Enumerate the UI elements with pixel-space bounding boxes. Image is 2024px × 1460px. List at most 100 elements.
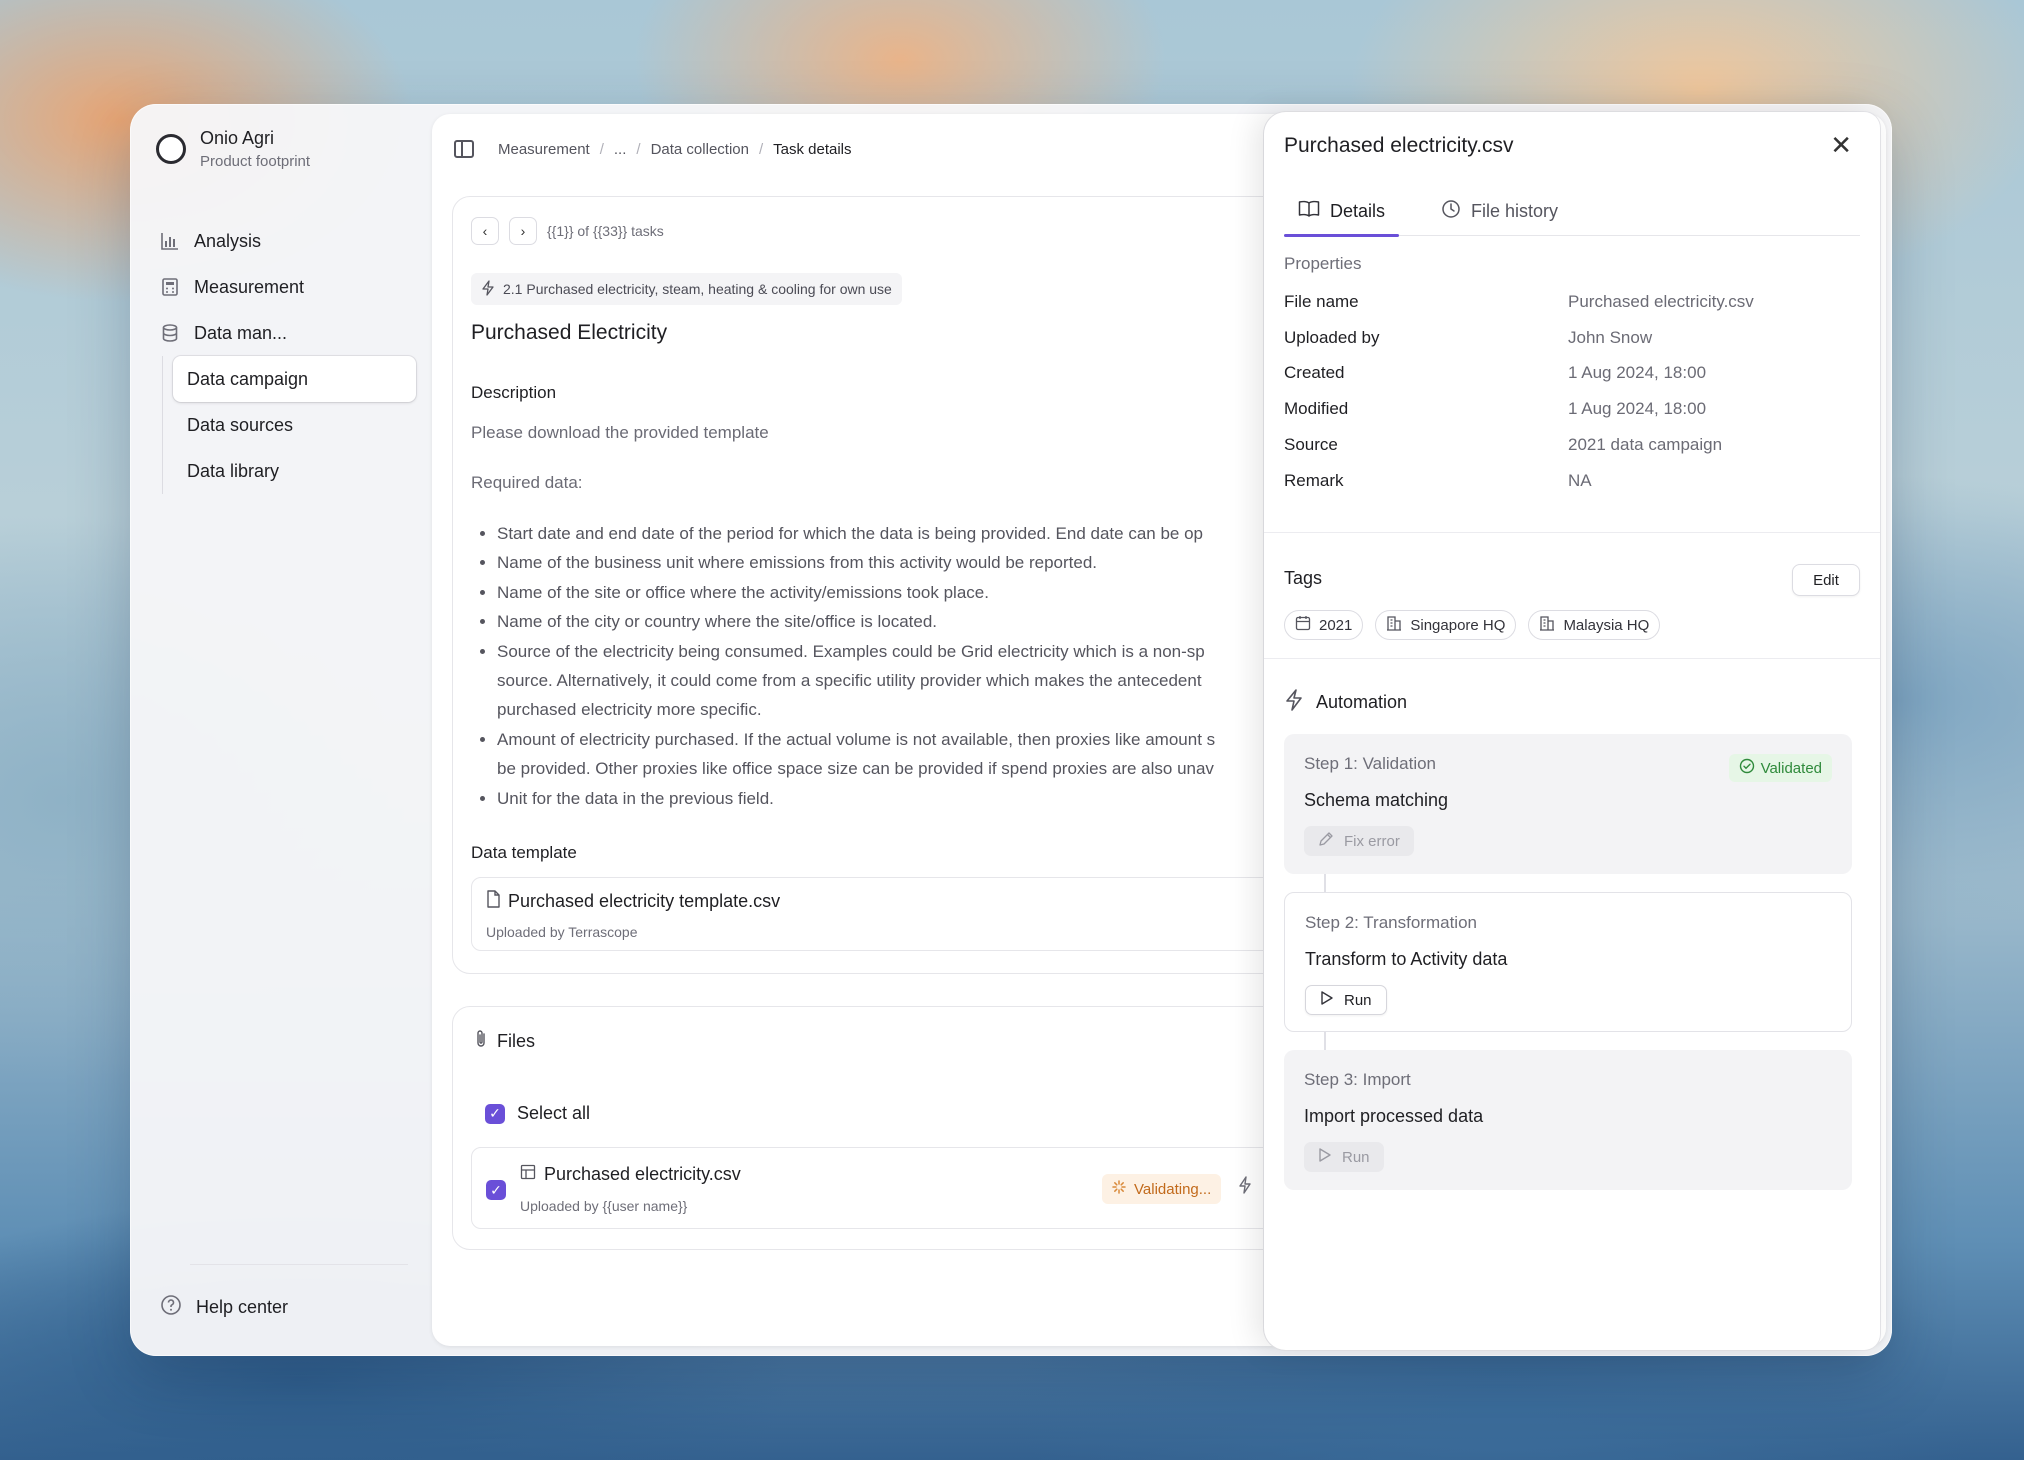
properties-list: File name Purchased electricity.csv Uploa… [1284,284,1864,499]
help-center-link[interactable]: Help center [160,1294,288,1321]
property-row: File name Purchased electricity.csv [1284,284,1864,320]
tag-chip[interactable]: Singapore HQ [1375,610,1517,640]
property-row: Source 2021 data campaign [1284,427,1864,463]
category-label: 2.1 Purchased electricity, steam, heatin… [503,281,892,297]
drawer-title: Purchased electricity.csv [1284,134,1514,157]
sidebar-toggle-icon[interactable] [454,140,474,158]
help-center-label: Help center [196,1297,289,1317]
table-file-icon [520,1164,536,1185]
sidebar-item-label: Measurement [194,276,305,297]
bolt-icon [1284,688,1304,717]
step-label: Step 2: Transformation [1305,913,1477,932]
breadcrumb-item[interactable]: ... [614,141,627,158]
property-key: Remark [1284,470,1344,490]
sidebar: Onio Agri Product footprint Analysis Mea… [130,104,432,1356]
automation-bolt-icon[interactable] [1238,1176,1252,1199]
list-item: Unit for the data in the previous field. [497,784,1397,813]
property-row: Remark NA [1284,463,1864,499]
tab-details[interactable]: Details [1284,186,1400,237]
sidebar-nav: Analysis Measurement Data man... Data ca… [154,218,416,494]
select-all-label: Select all [517,1103,591,1123]
list-item: Name of the business unit where emission… [497,548,1397,577]
org-name: Onio Agri [200,128,275,148]
select-all[interactable]: ✓ Select all [485,1103,590,1124]
list-item: Name of the site or office where the act… [497,578,1397,607]
files-card: Files ✓ Select all ✓ Purchased electrici… [452,1006,1371,1250]
properties-heading: Properties [1284,254,1362,273]
sidebar-item-label: Analysis [194,230,262,251]
property-value: 2021 data campaign [1568,435,1723,455]
description-text: Please download the provided template [471,423,769,442]
task-title: Purchased Electricity [471,321,668,344]
building-icon [1386,615,1402,635]
next-task-button[interactable]: › [509,217,537,245]
property-key: Source [1284,435,1338,455]
sidebar-item-measurement[interactable]: Measurement [154,264,416,310]
file-name: Purchased electricity.csv [520,1164,741,1185]
step-validation: Step 1: Validation Validated Schema matc… [1284,734,1852,874]
list-item: Start date and end date of the period fo… [497,519,1397,548]
check-circle-icon [1739,758,1755,778]
tag-list: 2021 Singapore HQ Malaysia HQ [1284,610,1661,640]
org-switcher[interactable]: Onio Agri Product footprint [156,128,310,170]
fix-error-button[interactable]: Fix error [1304,826,1414,856]
category-chip: 2.1 Purchased electricity, steam, heatin… [471,273,902,305]
book-icon [1298,200,1320,223]
org-logo [156,134,186,164]
breadcrumb-separator: / [599,140,604,158]
property-value: 1 Aug 2024, 18:00 [1568,399,1707,419]
sidebar-divider [190,1264,408,1265]
clock-icon [1441,199,1461,224]
run-button[interactable]: Run [1305,985,1387,1015]
property-key: File name [1284,291,1359,311]
bolt-icon [481,279,495,299]
section-divider [1264,658,1880,659]
sidebar-item-data-library[interactable]: Data library [173,448,416,494]
breadcrumb-separator: / [758,140,764,158]
property-value: 1 Aug 2024, 18:00 [1568,363,1707,383]
breadcrumb-item[interactable]: Data collection [651,141,749,158]
tab-file-history[interactable]: File history [1427,186,1572,236]
required-data-list: Start date and end date of the period fo… [497,519,1397,813]
close-icon[interactable]: ✕ [1830,132,1852,158]
edit-tags-button[interactable]: Edit [1792,564,1860,596]
step-name: Transform to Activity data [1305,949,1508,969]
automation-heading: Automation [1284,688,1407,717]
file-uploader: Uploaded by {{user name}} [520,1198,688,1214]
breadcrumb: Measurement / ... / Data collection / Ta… [454,140,852,158]
tag-chip[interactable]: 2021 [1284,610,1364,640]
description-heading: Description [471,383,557,402]
property-row: Modified 1 Aug 2024, 18:00 [1284,391,1864,427]
select-all-checkbox[interactable]: ✓ [485,1103,505,1124]
run-button[interactable]: Run [1304,1142,1384,1172]
template-file[interactable]: Purchased electricity template.csv Uploa… [471,877,1371,951]
pager-text: {{1}} of {{33}} tasks [547,223,664,239]
pencil-icon [1318,831,1334,851]
step-name: Import processed data [1304,1106,1484,1126]
sidebar-item-data-campaign[interactable]: Data campaign [173,356,416,402]
breadcrumb-item[interactable]: Measurement [498,141,590,158]
list-item: Source of the electricity being consumed… [497,637,1397,725]
step-name: Schema matching [1304,790,1449,810]
sidebar-item-data-management[interactable]: Data man... [154,310,416,356]
property-key: Uploaded by [1284,327,1380,347]
step-import: Step 3: Import Import processed data Run [1284,1050,1852,1190]
files-heading: Files [473,1029,535,1054]
property-row: Created 1 Aug 2024, 18:00 [1284,356,1864,392]
section-divider [1264,532,1880,533]
sidebar-item-analysis[interactable]: Analysis [154,218,416,264]
step-label: Step 3: Import [1304,1070,1411,1089]
breadcrumb-separator: / [636,140,641,158]
file-row[interactable]: ✓ Purchased electricity.csv Uploaded by … [471,1147,1371,1229]
property-row: Uploaded by John Snow [1284,320,1864,356]
help-icon [160,1294,182,1321]
play-icon [1318,1147,1332,1167]
calculator-icon [160,277,180,297]
sidebar-item-data-sources[interactable]: Data sources [173,402,416,448]
property-value: John Snow [1568,327,1653,347]
file-checkbox[interactable]: ✓ [486,1180,506,1200]
prev-task-button[interactable]: ‹ [471,217,499,245]
file-details-drawer: Purchased electricity.csv ✕ Details File… [1264,112,1880,1350]
task-pager: ‹ › {{1}} of {{33}} tasks [471,217,664,245]
tag-chip[interactable]: Malaysia HQ [1528,610,1661,640]
